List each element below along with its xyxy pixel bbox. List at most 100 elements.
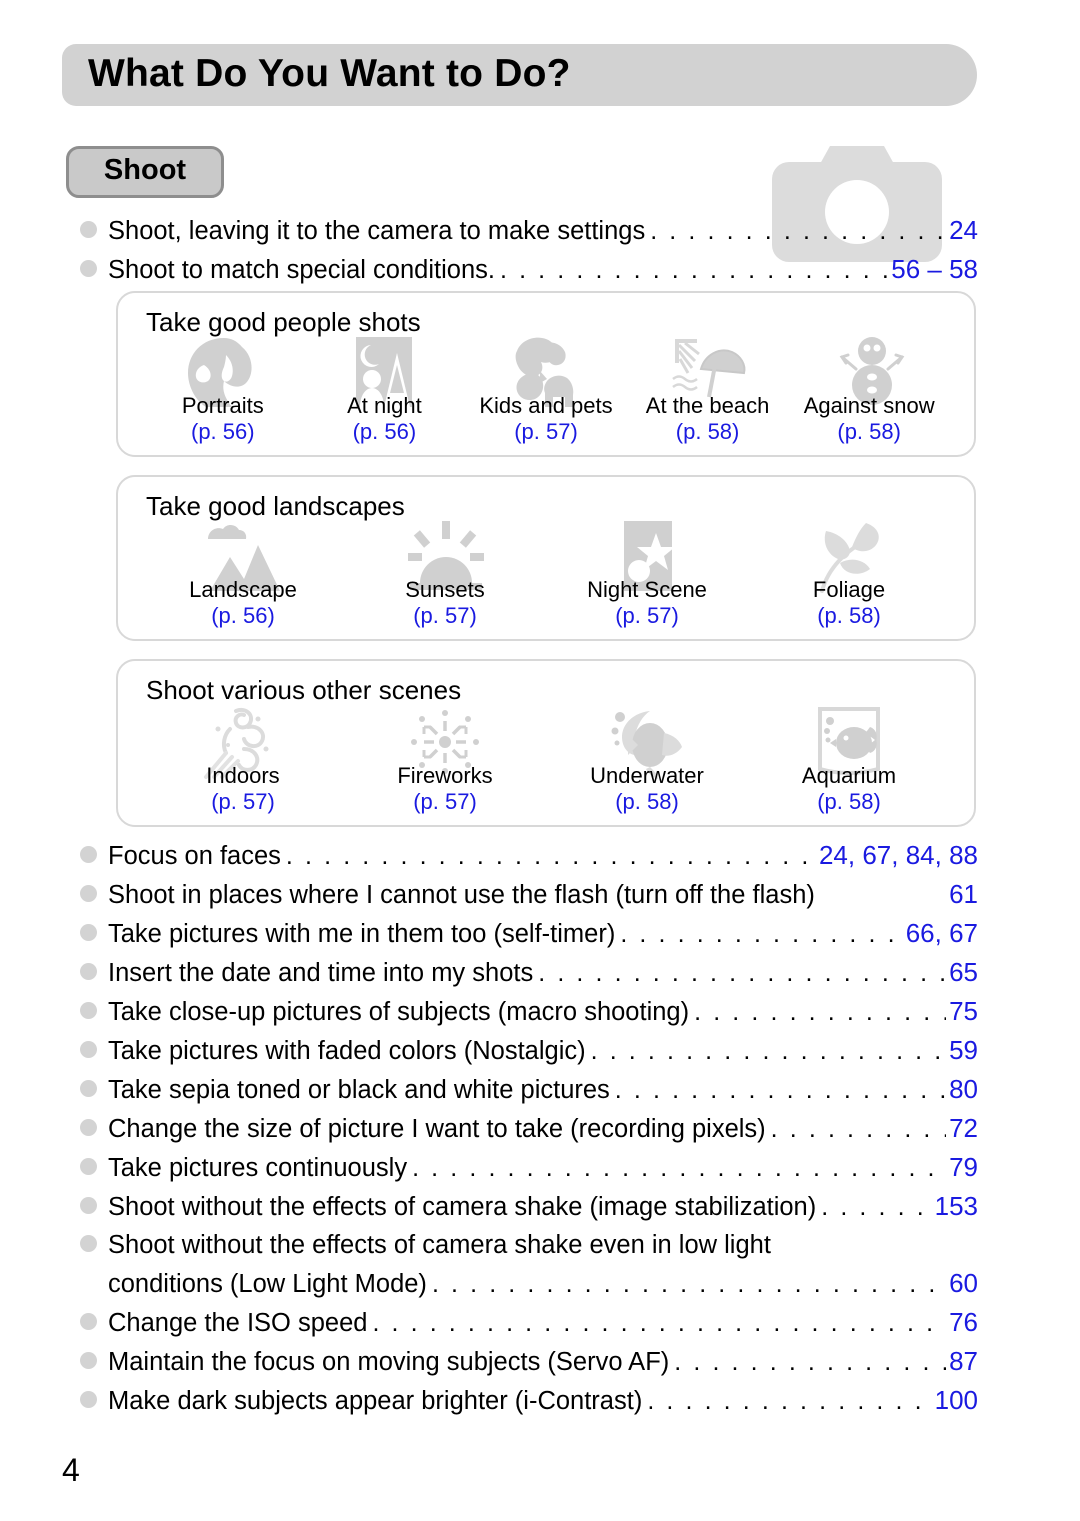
bullet-icon: [80, 924, 97, 941]
toc-entry-page: 75: [949, 996, 978, 1026]
toc-entry-text: Make dark subjects appear brighter (i-Co…: [108, 1387, 643, 1415]
toc-entry-page: 80: [949, 1074, 978, 1104]
panel-title: Take good landscapes: [146, 491, 405, 521]
scene-page: (p. 56): [191, 419, 255, 444]
toc-entry-text: Change the ISO speed: [108, 1309, 368, 1337]
icon-grid: Indoors (p. 57) Fireworks (p. 57) Underw…: [142, 707, 950, 815]
bullet-icon: [80, 1080, 97, 1097]
toc-entry-page: 87: [949, 1346, 978, 1376]
toc-entry-page: 59: [949, 1035, 978, 1065]
toc-entry[interactable]: Insert the date and time into my shots .…: [80, 953, 978, 992]
scene-item-landscape[interactable]: Landscape (p. 56): [163, 524, 323, 629]
toc-entry-page: 24, 67, 84, 88: [818, 840, 978, 870]
scene-page: (p. 56): [211, 603, 275, 628]
scene-item-night-scene[interactable]: Night Scene (p. 57): [567, 521, 727, 629]
panel-landscapes: Take good landscapes Landscape (p. 56) S…: [116, 475, 976, 641]
toc-entry[interactable]: Take close-up pictures of subjects (macr…: [80, 992, 978, 1031]
toc-entry-text: Take pictures with me in them too (self-…: [108, 920, 616, 948]
scene-label: At the beach: [645, 393, 770, 418]
toc-entry[interactable]: Maintain the focus on moving subjects (S…: [80, 1342, 978, 1381]
scene-item-at-the-beach[interactable]: At the beach (p. 58): [628, 339, 788, 445]
scene-page: (p. 58): [817, 603, 881, 628]
scene-label: Portraits: [181, 393, 264, 418]
toc-leader-dots: . . . . . . . . . . . . . . . . . . . . …: [620, 920, 902, 948]
toc-entry[interactable]: Shoot without the effects of camera shak…: [80, 1226, 978, 1303]
toc-leader-dots: . . . . . . . . . . . . . . . . . . . . …: [821, 1193, 931, 1221]
bullet-icon: [80, 1197, 97, 1214]
toc-entry[interactable]: Change the size of picture I want to tak…: [80, 1109, 978, 1148]
scene-page: (p. 57): [413, 603, 477, 628]
toc-entry-text: Change the size of picture I want to tak…: [108, 1115, 766, 1143]
scene-label: Sunsets: [405, 577, 485, 602]
toc-entry[interactable]: Shoot without the effects of camera shak…: [80, 1187, 978, 1226]
toc-entry-text: Shoot in places where I cannot use the f…: [108, 881, 815, 909]
scene-item-fireworks[interactable]: Fireworks (p. 57): [365, 710, 525, 815]
toc-leader-dots: . . . . . . . . . . . . . . . . . . . . …: [499, 256, 888, 284]
scene-item-at-night[interactable]: At night (p. 56): [304, 337, 464, 445]
toc-entry[interactable]: Take sepia toned or black and white pict…: [80, 1070, 978, 1109]
scene-item-underwater[interactable]: Underwater (p. 58): [567, 711, 727, 815]
scene-label: Underwater: [590, 763, 704, 788]
toc-entry-text: Insert the date and time into my shots: [108, 959, 534, 987]
panel-title: Take good people shots: [146, 307, 421, 337]
scene-page: (p. 58): [817, 789, 881, 814]
icon-grid: Landscape (p. 56) Sunsets (p. 57) Night …: [142, 521, 950, 629]
scene-page: (p. 56): [352, 419, 417, 444]
toc-leader-dots: . . . . . . . . . . . . . . . . . . . . …: [770, 1115, 946, 1143]
toc-entry[interactable]: Focus on faces . . . . . . . . . . . . .…: [80, 836, 978, 875]
toc-top-list: Shoot, leaving it to the camera to make …: [80, 211, 978, 289]
section-tab-shoot[interactable]: Shoot: [66, 146, 224, 198]
toc-entry-text: Take pictures continuously: [108, 1154, 408, 1182]
toc-entry[interactable]: Change the ISO speed . . . . . . . . . .…: [80, 1303, 978, 1342]
toc-entry[interactable]: Take pictures with me in them too (self-…: [80, 914, 978, 953]
scene-item-portraits[interactable]: Portraits (p. 56): [143, 338, 303, 445]
toc-leader-dots: . . . . . . . . . . . . . . . . . . . . …: [431, 1270, 946, 1298]
toc-entry[interactable]: Make dark subjects appear brighter (i-Co…: [80, 1381, 978, 1420]
scene-page: (p. 58): [615, 789, 679, 814]
scene-item-foliage[interactable]: Foliage (p. 58): [769, 523, 929, 629]
toc-entry-page: 79: [949, 1152, 978, 1182]
toc-entry-page: 76: [949, 1307, 978, 1337]
toc-leader-dots: . . . . . . . . . . . . . . . . . . . . …: [372, 1309, 946, 1337]
toc-entry[interactable]: Shoot to match special conditions. . . .…: [80, 250, 978, 289]
toc-entry-page: 72: [949, 1113, 978, 1143]
bullet-icon: [80, 1235, 97, 1252]
toc-entry[interactable]: Take pictures continuously . . . . . . .…: [80, 1148, 978, 1187]
bullet-icon: [80, 1313, 97, 1330]
scene-page: (p. 57): [615, 603, 679, 628]
page-header-bar: What Do You Want to Do?: [62, 44, 977, 106]
panel-title: Shoot various other scenes: [146, 675, 462, 705]
icon-grid: Portraits (p. 56) At night (p. 56) Kids …: [142, 337, 950, 445]
bullet-icon: [80, 1158, 97, 1175]
toc-entry-page: 65: [949, 957, 978, 987]
toc-leader-dots: . . . . . . . . . . . . . . . . . . . . …: [647, 1387, 931, 1415]
page-title: What Do You Want to Do?: [88, 52, 571, 96]
section-tab-label: Shoot: [103, 154, 187, 187]
page-number: 4: [62, 1452, 80, 1488]
scene-page: (p. 57): [211, 789, 275, 814]
toc-entry-page: 61: [949, 879, 978, 909]
scene-item-kids-and-pets[interactable]: Kids and pets (p. 57): [466, 337, 626, 445]
toc-entry-text: Shoot without the effects of camera shak…: [108, 1193, 817, 1221]
bullet-icon: [80, 260, 97, 277]
scene-item-sunsets[interactable]: Sunsets (p. 57): [365, 521, 525, 629]
scene-label: Night Scene: [587, 577, 707, 602]
toc-leader-dots: . . . . . . . . . . . . . . . . . . . . …: [650, 217, 947, 245]
toc-entry[interactable]: Take pictures with faded colors (Nostalg…: [80, 1031, 978, 1070]
toc-entry-text: Take sepia toned or black and white pict…: [108, 1076, 610, 1104]
bullet-icon: [80, 846, 97, 863]
toc-leader-dots: . . . . . . . . . . . . . . . . . . . . …: [412, 1154, 946, 1182]
toc-entry-text-line2: conditions (Low Light Mode): [108, 1270, 427, 1298]
toc-entry-page: 66, 67: [905, 918, 978, 948]
scene-label: Foliage: [812, 577, 886, 602]
scene-item-aquarium[interactable]: Aquarium (p. 58): [769, 707, 929, 815]
toc-entry-text: Take pictures with faded colors (Nostalg…: [108, 1037, 586, 1065]
scene-item-indoors[interactable]: Indoors (p. 57): [163, 708, 323, 815]
panel-other-scenes: Shoot various other scenes Indoors (p. 5…: [116, 659, 976, 827]
scene-page: (p. 58): [837, 419, 901, 444]
scene-label: Aquarium: [801, 763, 897, 788]
scene-item-against-snow[interactable]: Against snow (p. 58): [789, 337, 949, 445]
toc-entry-text: Maintain the focus on moving subjects (S…: [108, 1348, 670, 1376]
toc-entry[interactable]: Shoot, leaving it to the camera to make …: [80, 211, 978, 250]
toc-entry[interactable]: Shoot in places where I cannot use the f…: [80, 875, 978, 914]
